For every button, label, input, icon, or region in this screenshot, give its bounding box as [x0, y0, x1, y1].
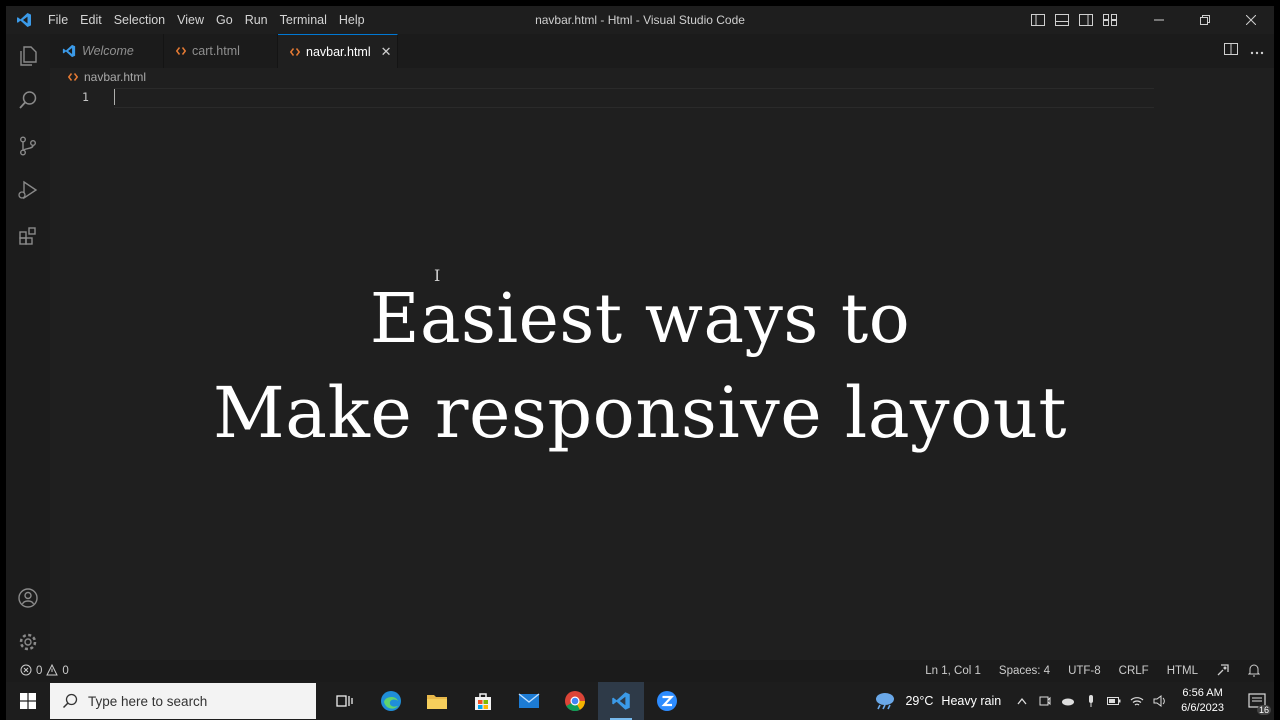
line-number: 1	[82, 90, 89, 104]
html-file-icon	[290, 47, 300, 57]
tab-label: navbar.html	[306, 44, 371, 59]
breadcrumb[interactable]: navbar.html	[68, 70, 146, 84]
taskbar-clock[interactable]: 6:56 AM 6/6/2023	[1181, 686, 1224, 716]
menu-bar: File Edit Selection View Go Run Terminal…	[42, 6, 371, 34]
chrome-icon[interactable]	[552, 682, 598, 720]
minimize-button[interactable]	[1136, 6, 1182, 34]
mail-icon[interactable]	[506, 682, 552, 720]
accounts-icon[interactable]	[6, 578, 50, 618]
close-window-button[interactable]	[1228, 6, 1274, 34]
error-count: 0	[36, 665, 43, 677]
menu-view[interactable]: View	[171, 6, 210, 34]
run-debug-icon[interactable]	[6, 170, 50, 210]
taskbar-search-box[interactable]: Type here to search	[50, 683, 316, 719]
feedback-icon[interactable]	[1216, 663, 1230, 680]
rain-cloud-icon	[873, 690, 897, 713]
text-cursor	[114, 89, 115, 105]
tab-cart-html[interactable]: cart.html	[164, 34, 278, 68]
menu-help[interactable]: Help	[333, 6, 371, 34]
extensions-icon[interactable]	[6, 216, 50, 256]
tab-welcome[interactable]: Welcome	[50, 34, 164, 68]
system-tray: 29°C Heavy rain 6:56 AM 6/6/2023 16	[873, 682, 1274, 720]
weather-widget[interactable]: 29°C Heavy rain	[873, 690, 1001, 713]
menu-file[interactable]: File	[42, 6, 74, 34]
vscode-logo-icon[interactable]	[6, 6, 42, 34]
battery-icon[interactable]	[1107, 694, 1121, 708]
warning-count: 0	[62, 665, 69, 677]
toggle-secondary-sidebar-icon[interactable]	[1078, 12, 1094, 28]
vscode-window: File Edit Selection View Go Run Terminal…	[6, 6, 1274, 720]
onedrive-cloud-icon[interactable]	[1061, 694, 1075, 708]
windows-taskbar: Type here to search 29°C Heavy rain 6:56…	[6, 682, 1274, 720]
menu-edit[interactable]: Edit	[74, 6, 108, 34]
search-placeholder: Type here to search	[88, 693, 208, 709]
restore-button[interactable]	[1182, 6, 1228, 34]
notification-center-icon[interactable]: 16	[1240, 682, 1274, 720]
wifi-icon[interactable]	[1130, 694, 1144, 708]
zoom-icon[interactable]	[644, 682, 690, 720]
menu-go[interactable]: Go	[210, 6, 239, 34]
problems-indicator[interactable]: 0 0	[6, 663, 69, 679]
overlay-title-line1: Easiest ways to	[369, 280, 911, 359]
notifications-bell-icon[interactable]	[1247, 663, 1261, 680]
toggle-panel-icon[interactable]	[1054, 12, 1070, 28]
weather-temperature: 29°C	[905, 694, 934, 708]
volume-icon[interactable]	[1153, 694, 1167, 708]
vscode-taskbar-icon[interactable]	[598, 682, 644, 720]
vscode-icon	[62, 44, 76, 58]
more-actions-icon[interactable]	[1250, 42, 1264, 60]
windows-start-icon[interactable]	[6, 682, 50, 720]
current-line-highlight	[114, 88, 1154, 108]
customize-layout-icon[interactable]	[1102, 12, 1118, 28]
status-bar: 0 0 Ln 1, Col 1 Spaces: 4 UTF-8 CRLF HTM…	[6, 660, 1274, 682]
clock-date: 6/6/2023	[1181, 702, 1224, 714]
explorer-icon[interactable]	[6, 36, 50, 76]
indentation[interactable]: Spaces: 4	[999, 665, 1050, 677]
weather-description: Heavy rain	[941, 694, 1002, 708]
close-tab-icon[interactable]: ✕	[381, 44, 392, 60]
notification-count-badge: 16	[1256, 705, 1271, 715]
task-view-icon[interactable]	[322, 682, 368, 720]
tab-label: Welcome	[82, 44, 134, 58]
microsoft-store-icon[interactable]	[460, 682, 506, 720]
encoding[interactable]: UTF-8	[1068, 665, 1101, 677]
menu-terminal[interactable]: Terminal	[274, 6, 333, 34]
warning-icon	[46, 663, 59, 679]
overlay-title-line2: Make responsive layout	[213, 372, 1067, 454]
title-bar: File Edit Selection View Go Run Terminal…	[6, 6, 1274, 34]
end-of-line[interactable]: CRLF	[1119, 665, 1149, 677]
microphone-icon[interactable]	[1084, 694, 1098, 708]
source-control-icon[interactable]	[6, 126, 50, 166]
html-file-icon	[68, 72, 78, 82]
chevron-up-icon[interactable]	[1015, 694, 1029, 708]
menu-run[interactable]: Run	[239, 6, 274, 34]
error-icon	[20, 664, 32, 679]
menu-selection[interactable]: Selection	[108, 6, 171, 34]
breadcrumb-file[interactable]: navbar.html	[84, 70, 146, 84]
search-icon	[62, 693, 78, 709]
search-icon[interactable]	[6, 80, 50, 120]
file-explorer-icon[interactable]	[414, 682, 460, 720]
manage-gear-icon[interactable]	[6, 622, 50, 662]
clock-time: 6:56 AM	[1182, 687, 1223, 699]
cursor-position[interactable]: Ln 1, Col 1	[925, 665, 981, 677]
tab-label: cart.html	[192, 44, 240, 58]
edge-browser-icon[interactable]	[368, 682, 414, 720]
toggle-primary-sidebar-icon[interactable]	[1030, 12, 1046, 28]
meet-now-icon[interactable]	[1038, 694, 1052, 708]
editor-tabs: Welcome cart.html navbar.html ✕	[50, 34, 1274, 68]
html-file-icon	[176, 46, 186, 56]
split-editor-icon[interactable]	[1224, 42, 1238, 60]
editor-area[interactable]: navbar.html 1 I Easiest ways to Make res…	[50, 68, 1274, 654]
language-mode[interactable]: HTML	[1167, 665, 1198, 677]
tab-navbar-html[interactable]: navbar.html ✕	[278, 34, 398, 68]
